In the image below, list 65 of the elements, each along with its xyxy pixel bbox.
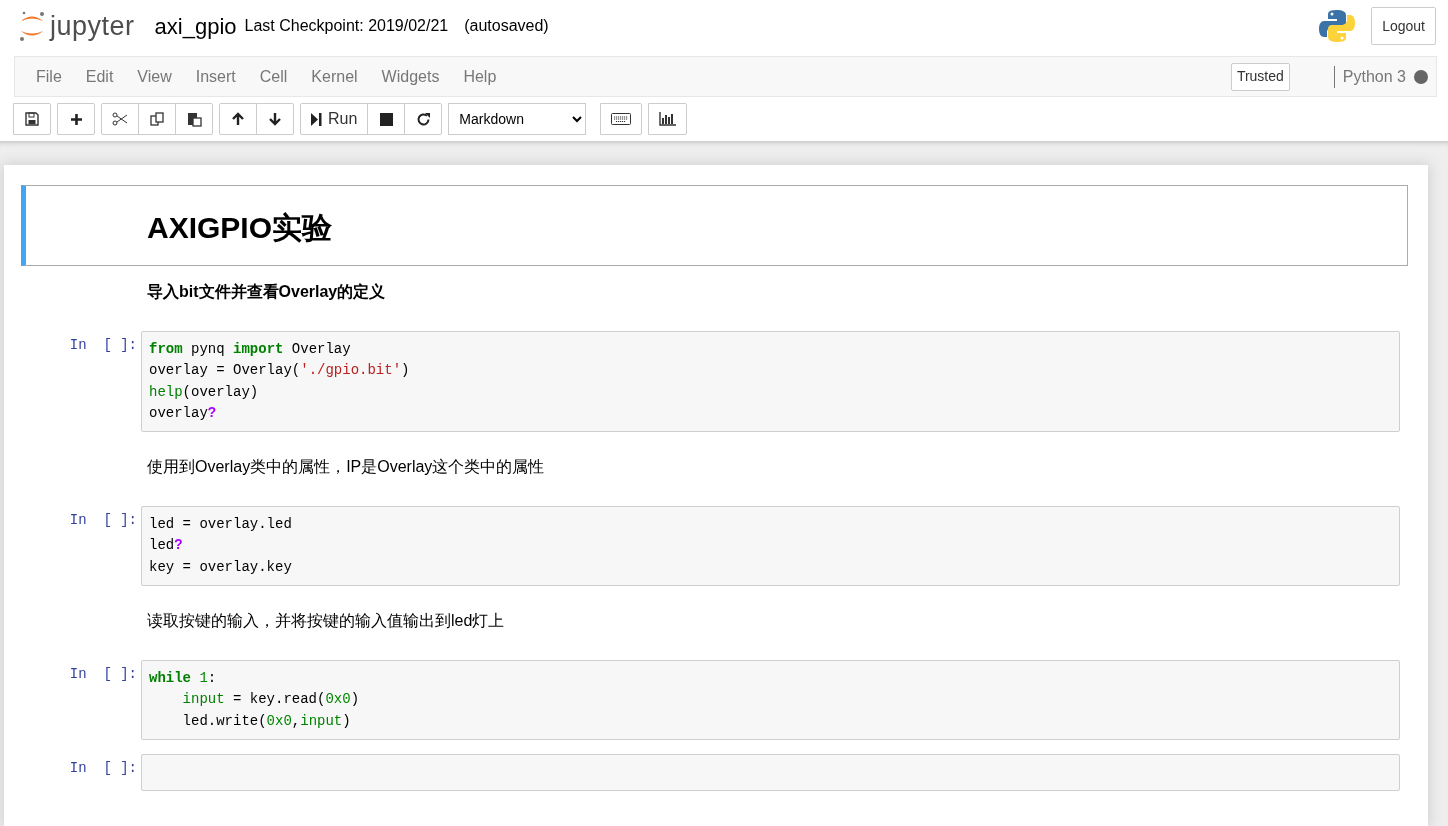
- step-forward-icon: [311, 112, 322, 126]
- code-line: while 1:: [149, 669, 218, 689]
- autosave-status: (autosaved): [464, 16, 549, 36]
- stop-button[interactable]: [367, 103, 406, 135]
- markdown-text: 使用到Overlay类中的属性，IP是Overlay这个类中的属性: [147, 457, 546, 478]
- keyboard-icon: [611, 113, 632, 125]
- code-line: led = overlay.led: [149, 515, 293, 535]
- code-line: input = key.read(0x0): [181, 690, 361, 710]
- notebook-name[interactable]: axi_gpio: [154, 9, 237, 43]
- selected-cell-frame[interactable]: AXIGPIO实验: [21, 185, 1408, 266]
- save-icon: [25, 112, 39, 126]
- code-line: from pynq import Overlay: [149, 340, 352, 359]
- jupyter-logo-icon: [18, 9, 46, 43]
- code-line: overlay = Overlay('./gpio.bit'): [149, 361, 411, 381]
- move-up-button[interactable]: [219, 103, 257, 135]
- menu-item[interactable]: Widgets: [369, 64, 452, 89]
- notebook-heading: AXIGPIO实验: [147, 210, 334, 246]
- python-logo-icon: [1319, 8, 1356, 44]
- arrow-down-icon: [268, 112, 282, 126]
- cell-prompt: In [ ]:: [68, 758, 138, 778]
- cell-prompt: In [ ]:: [68, 665, 138, 685]
- menu-item[interactable]: Help: [451, 64, 509, 89]
- checkpoint-status: Last Checkpoint: 2019/02/21: [244, 16, 449, 36]
- copy-icon: [149, 111, 165, 127]
- stop-icon: [379, 112, 393, 126]
- restart-button[interactable]: [404, 103, 443, 135]
- code-line: led?: [149, 536, 184, 556]
- code-cell-editor[interactable]: from pynq import Overlay overlay = Overlay('./gpio.bit') help(overlay) overlay?: [141, 331, 1400, 433]
- save-button[interactable]: [13, 103, 51, 135]
- menu-item[interactable]: File: [24, 64, 74, 89]
- bar-chart-icon: [659, 112, 677, 126]
- menu-item[interactable]: View: [125, 64, 184, 89]
- code-line: overlay?: [149, 403, 218, 423]
- move-down-button[interactable]: [256, 103, 294, 135]
- menu-item[interactable]: Insert: [183, 64, 248, 89]
- code-cell-editor[interactable]: while 1: input = key.read(0x0) led.write(0x0,input): [141, 660, 1400, 740]
- code-line: help(overlay): [149, 382, 260, 402]
- trusted-indicator[interactable]: Trusted: [1230, 62, 1290, 91]
- chart-button[interactable]: [648, 103, 688, 135]
- kernel-name: Python 3: [1342, 66, 1406, 87]
- markdown-text: 读取按键的输入，并将按键的输入值输出到led灯上: [147, 611, 506, 632]
- section-heading: 导入bit文件并查看Overlay的定义: [147, 282, 387, 302]
- paste-icon: [186, 111, 202, 127]
- keyboard-shortcuts-button[interactable]: [600, 103, 643, 135]
- code-cell-editor[interactable]: led = overlay.led led? key = overlay.key: [141, 506, 1400, 587]
- menu-item[interactable]: Cell: [247, 64, 300, 89]
- paste-button[interactable]: [175, 103, 213, 135]
- add-cell-button[interactable]: [57, 103, 95, 135]
- code-line: key = overlay.key: [149, 557, 293, 577]
- run-button[interactable]: Run: [300, 103, 369, 135]
- plus-icon: [69, 112, 83, 126]
- logout-button[interactable]: Logout: [1371, 7, 1436, 45]
- code-cell-editor[interactable]: [141, 753, 1400, 791]
- cell-type-select[interactable]: Markdown: [448, 103, 587, 135]
- cut-button[interactable]: [101, 103, 139, 135]
- cell-prompt: In [ ]:: [68, 336, 138, 355]
- copy-button[interactable]: [138, 103, 176, 135]
- menu-item[interactable]: Kernel: [299, 64, 370, 89]
- arrow-up-icon: [231, 112, 245, 126]
- code-line: led.write(0x0,input): [181, 711, 352, 731]
- jupyter-logo-text: jupyter: [50, 9, 135, 43]
- restart-icon: [415, 111, 431, 127]
- menu-item[interactable]: Edit: [73, 64, 126, 89]
- cell-prompt: In [ ]:: [68, 511, 138, 531]
- scissors-icon: [112, 112, 128, 126]
